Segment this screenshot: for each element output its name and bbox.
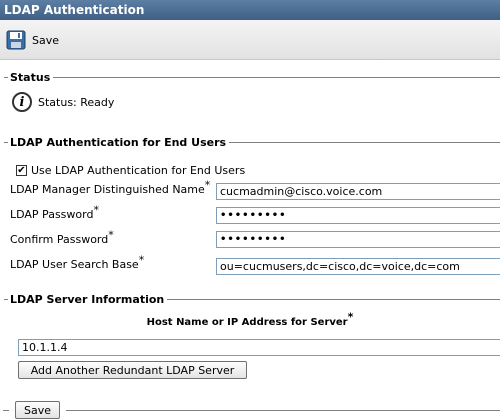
manager-dn-label-text: LDAP Manager Distinguished Name	[10, 183, 205, 196]
required-asterisk: *	[108, 228, 114, 242]
use-ldap-checkbox-label: Use LDAP Authentication for End Users	[31, 164, 246, 177]
manager-dn-label: LDAP Manager Distinguished Name*	[10, 179, 210, 196]
bottom-divider-left	[3, 410, 9, 411]
host-column-header: Host Name or IP Address for Server*	[0, 312, 500, 328]
search-base-input[interactable]: ou=cucmusers,dc=cisco,dc=voice,dc=com	[216, 258, 500, 275]
host-address-input[interactable]: 10.1.1.4	[18, 339, 500, 356]
use-ldap-checkbox-row[interactable]: ✔ Use LDAP Authentication for End Users	[16, 164, 245, 177]
password-label: LDAP Password*	[10, 204, 99, 221]
status-row: i Status: Ready	[12, 92, 114, 112]
manager-dn-input[interactable]: cucmadmin@cisco.voice.com	[216, 183, 500, 200]
toolbar-save-button[interactable]: Save	[6, 29, 59, 51]
bottom-save-button[interactable]: Save	[15, 401, 60, 419]
host-column-header-text: Host Name or IP Address for Server	[146, 317, 348, 328]
page-title: LDAP Authentication	[0, 0, 500, 20]
required-asterisk: *	[138, 253, 145, 267]
required-asterisk: *	[347, 310, 354, 324]
toolbar: Save	[0, 20, 500, 60]
save-disk-icon	[6, 30, 26, 50]
confirm-password-label: Confirm Password*	[10, 229, 114, 246]
password-label-text: LDAP Password	[10, 208, 94, 221]
end-users-section: LDAP Authentication for End Users	[4, 136, 500, 276]
search-base-label: LDAP User Search Base*	[10, 254, 144, 271]
bottom-divider	[66, 410, 500, 411]
required-asterisk: *	[93, 203, 99, 217]
add-redundant-server-button[interactable]: Add Another Redundant LDAP Server	[18, 361, 247, 379]
confirm-password-label-text: Confirm Password	[10, 233, 109, 246]
confirm-password-input[interactable]: •••••••••	[216, 231, 500, 248]
status-legend: Status	[10, 71, 51, 84]
end-users-legend: LDAP Authentication for End Users	[10, 136, 227, 149]
info-icon: i	[12, 92, 32, 112]
use-ldap-checkbox[interactable]: ✔	[16, 165, 27, 176]
search-base-label-text: LDAP User Search Base	[10, 258, 139, 271]
status-text: Status: Ready	[38, 95, 115, 109]
required-asterisk: *	[204, 178, 211, 192]
password-input[interactable]: •••••••••	[216, 207, 500, 224]
server-info-legend: LDAP Server Information	[10, 293, 165, 306]
toolbar-save-label: Save	[32, 33, 60, 47]
